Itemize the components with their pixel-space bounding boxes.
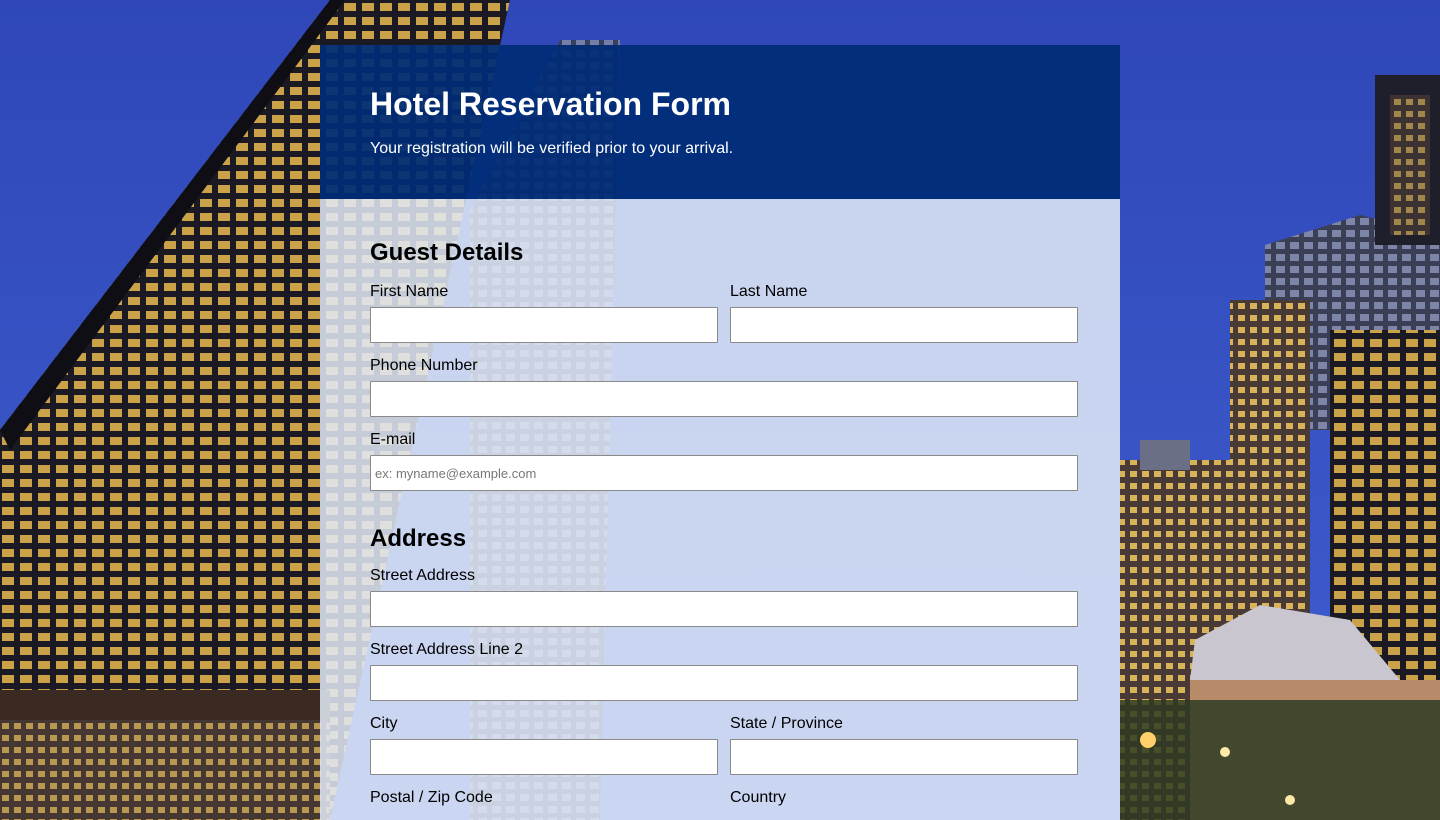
phone-number-input[interactable] (370, 381, 1078, 417)
postal-country-row: Postal / Zip Code Country (370, 789, 1078, 813)
street2-group: Street Address Line 2 (370, 641, 1078, 701)
form-body: Guest Details First Name Last Name Phone… (320, 199, 1120, 820)
state-province-input[interactable] (730, 739, 1078, 775)
street-address-line2-input[interactable] (370, 665, 1078, 701)
street-address-label: Street Address (370, 567, 475, 584)
last-name-input[interactable] (730, 307, 1078, 343)
guest-details-heading: Guest Details (370, 239, 524, 266)
email-label: E-mail (370, 431, 416, 448)
city-label: City (370, 715, 398, 732)
form-header: Hotel Reservation Form Your registration… (320, 45, 1120, 199)
country-label: Country (730, 789, 787, 806)
phone-number-label: Phone Number (370, 357, 478, 374)
street-address-input[interactable] (370, 591, 1078, 627)
email-input[interactable] (370, 455, 1078, 491)
form-subtitle: Your registration will be verified prior… (370, 140, 734, 157)
first-name-label: First Name (370, 283, 449, 300)
phone-group: Phone Number (370, 357, 1078, 417)
street-group: Street Address (370, 567, 1078, 627)
first-name-input[interactable] (370, 307, 718, 343)
street-address-line2-label: Street Address Line 2 (370, 641, 523, 658)
state-province-label: State / Province (730, 715, 843, 732)
name-row: First Name Last Name (370, 283, 1078, 343)
form-title: Hotel Reservation Form (370, 86, 731, 122)
postal-zip-code-label: Postal / Zip Code (370, 789, 493, 806)
city-input[interactable] (370, 739, 718, 775)
email-group: E-mail (370, 431, 1078, 491)
reservation-form-card: Hotel Reservation Form Your registration… (320, 45, 1120, 820)
city-state-row: City State / Province (370, 715, 1078, 775)
address-heading: Address (370, 525, 467, 552)
last-name-label: Last Name (730, 283, 808, 300)
